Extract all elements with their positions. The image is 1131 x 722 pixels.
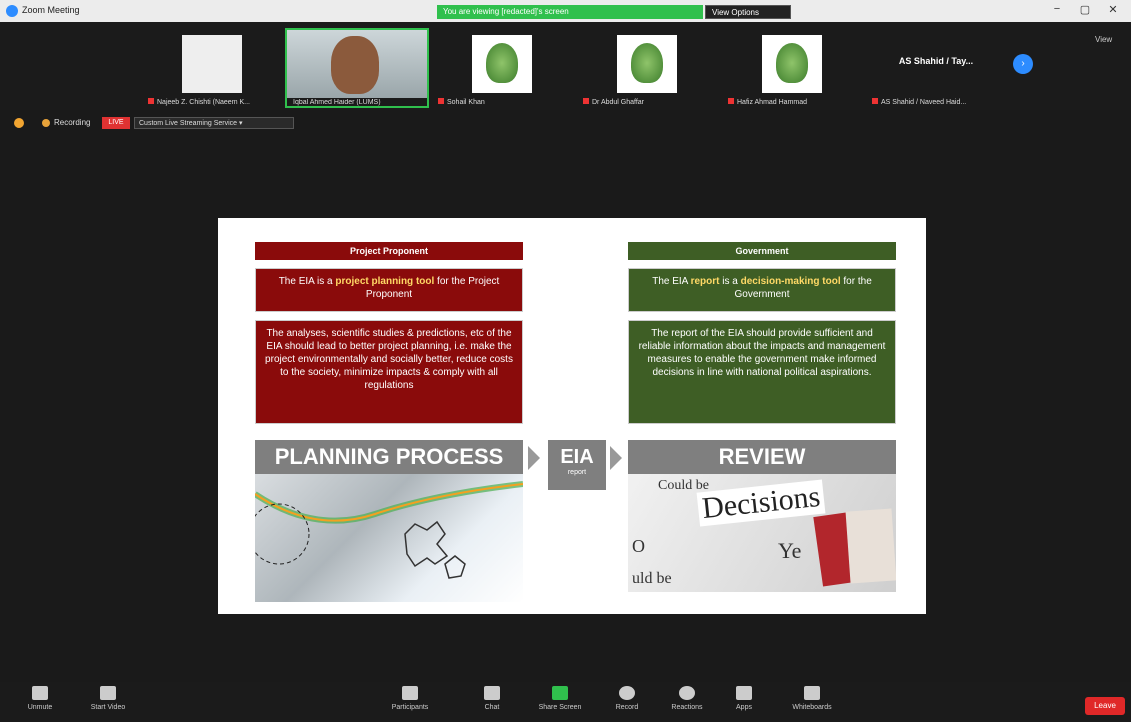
participant-avatar xyxy=(762,35,822,93)
participant-image xyxy=(182,35,242,93)
white-book xyxy=(845,508,896,584)
view-options-button[interactable]: View Options xyxy=(705,5,791,19)
window-title: Zoom Meeting xyxy=(22,5,80,15)
zoom-logo-icon xyxy=(6,5,18,17)
news-word: O xyxy=(632,536,645,556)
participants-icon xyxy=(402,686,418,700)
unmute-button[interactable]: Unmute xyxy=(10,686,70,711)
review-label: REVIEW xyxy=(628,440,896,474)
arrow-right-icon xyxy=(528,446,540,470)
participant-name-tile: AS Shahid / Tay... xyxy=(866,28,1006,88)
participant-tile[interactable]: Sohail Khan xyxy=(432,30,572,106)
emblem-icon xyxy=(486,43,518,83)
news-decisions-word: Decisions xyxy=(696,479,826,527)
eia-sub-label: report xyxy=(567,469,587,476)
right-box-decision-tool: The EIA report is a decision-making tool… xyxy=(628,268,896,312)
muted-mic-icon xyxy=(148,98,154,104)
live-badge: LIVE xyxy=(102,117,130,129)
recording-label: Recording xyxy=(54,118,91,127)
participant-name: Dr Abdul Ghaffar xyxy=(592,99,645,106)
reactions-button[interactable]: Reactions xyxy=(657,686,717,711)
whiteboards-button[interactable]: Whiteboards xyxy=(782,686,842,711)
participant-tile-active-speaker[interactable]: Iqbal Ahmed Haider (LUMS) xyxy=(285,28,429,108)
gallery-view-button[interactable]: View xyxy=(1095,35,1112,44)
muted-mic-icon xyxy=(438,98,444,104)
participant-display-name: AS Shahid / Tay... xyxy=(898,56,974,66)
muted-mic-icon xyxy=(728,98,734,104)
map-drawing xyxy=(255,481,523,579)
right-header: Government xyxy=(628,242,896,260)
emblem-icon xyxy=(776,43,808,83)
share-banner: You are viewing [redacted]'s screen xyxy=(437,5,703,19)
close-button[interactable]: ✕ xyxy=(1106,3,1120,16)
streaming-service-dropdown[interactable]: Custom Live Streaming Service ▾ xyxy=(134,117,294,129)
participant-avatar xyxy=(617,35,677,93)
participant-tile[interactable]: Najeeb Z. Chishti (Naeem K... xyxy=(142,30,282,106)
record-icon xyxy=(619,686,635,700)
muted-mic-icon xyxy=(872,98,878,104)
participant-name: AS Shahid / Naveed Haid... xyxy=(881,99,967,106)
right-box-report: The report of the EIA should provide suf… xyxy=(628,320,896,424)
record-button[interactable]: Record xyxy=(597,686,657,711)
news-word: uld be xyxy=(632,570,672,587)
whiteboard-icon xyxy=(804,686,820,700)
participant-name: Sohail Khan xyxy=(447,99,485,106)
planning-map-image xyxy=(255,474,523,602)
minimize-button[interactable]: − xyxy=(1050,3,1064,15)
info-icon[interactable] xyxy=(14,118,24,128)
speaker-face xyxy=(331,36,379,94)
chat-icon xyxy=(484,686,500,700)
participant-name: Najeeb Z. Chishti (Naeem K... xyxy=(157,99,250,106)
arrow-right-icon xyxy=(610,446,622,470)
emblem-icon xyxy=(631,43,663,83)
share-screen-icon xyxy=(552,686,568,700)
decisions-newspaper-image: Could be Decisions Ye O uld be xyxy=(628,474,896,592)
news-word: Ye xyxy=(778,538,802,563)
record-dot-icon xyxy=(42,119,50,127)
muted-mic-icon xyxy=(583,98,589,104)
reactions-icon xyxy=(679,686,695,700)
left-box-planning-tool: The EIA is a project planning tool for t… xyxy=(255,268,523,312)
participant-name: Hafiz Ahmad Hammad xyxy=(737,99,808,106)
chat-button[interactable]: Chat xyxy=(462,686,522,711)
eia-report-box: EIA report xyxy=(548,440,606,490)
meeting-toolbar: Unmute Start Video Participants Chat Sha… xyxy=(0,682,1131,722)
planning-process-label: PLANNING PROCESS xyxy=(255,440,523,474)
video-icon xyxy=(100,686,116,700)
participant-name: Iqbal Ahmed Haider (LUMS) xyxy=(293,99,381,106)
participant-tile[interactable]: Hafiz Ahmad Hammad xyxy=(722,30,862,106)
participant-avatar xyxy=(472,35,532,93)
participants-button[interactable]: Participants xyxy=(380,686,440,711)
left-box-analyses: The analyses, scientific studies & predi… xyxy=(255,320,523,424)
apps-button[interactable]: Apps xyxy=(714,686,774,711)
eia-label: EIA xyxy=(560,446,594,468)
participant-tile[interactable]: Dr Abdul Ghaffar xyxy=(577,30,717,106)
microphone-icon xyxy=(32,686,48,700)
maximize-button[interactable]: ▢ xyxy=(1078,3,1092,16)
title-bar: Zoom Meeting You are viewing [redacted]'… xyxy=(0,0,1131,22)
leave-button[interactable]: Leave xyxy=(1085,697,1125,715)
next-page-button[interactable]: › xyxy=(1013,54,1033,74)
left-header: Project Proponent xyxy=(255,242,523,260)
share-screen-button[interactable]: Share Screen xyxy=(530,686,590,711)
apps-icon xyxy=(736,686,752,700)
participant-video xyxy=(287,30,427,98)
start-video-button[interactable]: Start Video xyxy=(78,686,138,711)
